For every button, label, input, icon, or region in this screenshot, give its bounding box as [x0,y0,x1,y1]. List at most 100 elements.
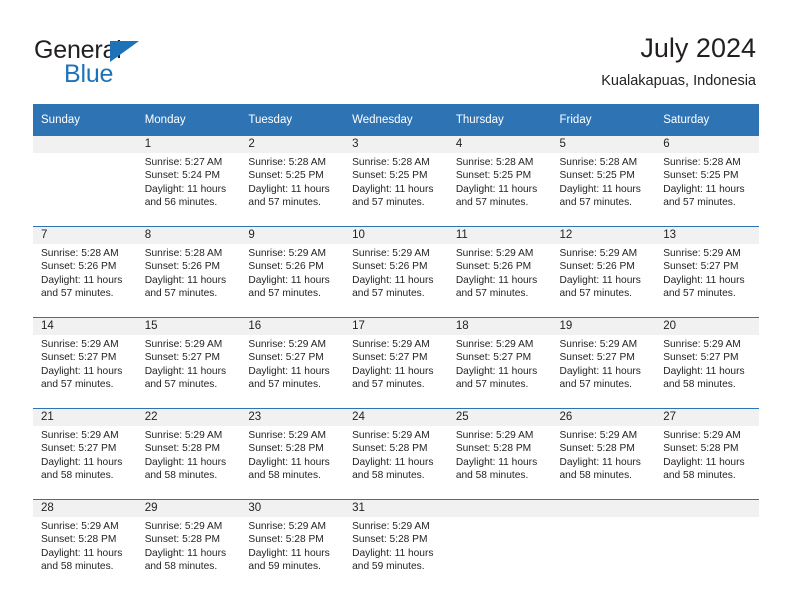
sunrise-text: Sunrise: 5:29 AM [248,430,326,441]
day-cell[interactable]: 16 Sunrise: 5:29 AM Sunset: 5:27 PM Dayl… [240,317,345,409]
daylight-text-line2: and 59 minutes. [248,560,321,572]
sunset-text: Sunset: 5:25 PM [248,170,324,182]
sunset-text: Sunset: 5:27 PM [41,443,117,455]
day-details: Sunrise: 5:29 AM Sunset: 5:26 PM Dayligh… [552,244,656,300]
day-details: Sunrise: 5:29 AM Sunset: 5:28 PM Dayligh… [240,517,344,573]
calendar-page: General Blue July 2024 Kualakapuas, Indo… [0,0,792,612]
sunset-text: Sunset: 5:25 PM [559,170,635,182]
day-number: 6 [655,136,759,153]
day-cell[interactable]: 25 Sunrise: 5:29 AM Sunset: 5:28 PM Dayl… [447,408,552,500]
day-cell[interactable] [447,499,552,590]
daylight-text-line2: and 57 minutes. [455,378,529,390]
daylight-text-line1: Daylight: 11 hours [41,365,123,377]
day-cell[interactable] [33,136,137,227]
sunset-text: Sunset: 5:27 PM [663,261,739,273]
day-cell[interactable]: 27 Sunrise: 5:29 AM Sunset: 5:28 PM Dayl… [655,408,759,500]
day-cell[interactable]: 20 Sunrise: 5:29 AM Sunset: 5:27 PM Dayl… [655,317,759,409]
day-cell[interactable]: 19 Sunrise: 5:29 AM Sunset: 5:27 PM Dayl… [551,317,656,409]
day-details: Sunrise: 5:28 AM Sunset: 5:25 PM Dayligh… [240,153,344,209]
day-cell[interactable]: 21 Sunrise: 5:29 AM Sunset: 5:27 PM Dayl… [33,408,137,500]
daylight-text-line2: and 57 minutes. [455,287,529,299]
day-cell[interactable]: 5 Sunrise: 5:28 AM Sunset: 5:25 PM Dayli… [551,136,656,227]
daylight-text-line2: and 57 minutes. [248,196,321,208]
day-cell[interactable]: 6 Sunrise: 5:28 AM Sunset: 5:25 PM Dayli… [655,136,759,227]
day-details: Sunrise: 5:29 AM Sunset: 5:28 PM Dayligh… [552,426,656,482]
day-number: 31 [344,500,448,517]
day-number: 21 [33,409,137,426]
sunset-text: Sunset: 5:27 PM [144,352,221,364]
sunrise-text: Sunrise: 5:29 AM [248,521,326,532]
day-cell[interactable]: 26 Sunrise: 5:29 AM Sunset: 5:28 PM Dayl… [551,408,656,500]
daylight-text-line1: Daylight: 11 hours [248,365,330,377]
day-cell[interactable]: 1 Sunrise: 5:27 AM Sunset: 5:24 PM Dayli… [136,136,241,227]
day-details: Sunrise: 5:28 AM Sunset: 5:25 PM Dayligh… [655,153,759,209]
day-details: Sunrise: 5:29 AM Sunset: 5:27 PM Dayligh… [33,335,137,391]
calendar-table: Sunday Monday Tuesday Wednesday Thursday… [33,104,759,590]
triangle-icon [110,41,139,62]
day-cell[interactable]: 15 Sunrise: 5:29 AM Sunset: 5:27 PM Dayl… [136,317,241,409]
day-details: Sunrise: 5:27 AM Sunset: 5:24 PM Dayligh… [137,153,241,209]
day-details: Sunrise: 5:29 AM Sunset: 5:28 PM Dayligh… [448,426,552,482]
daylight-text-line2: and 57 minutes. [455,196,529,208]
daylight-text-line2: and 58 minutes. [41,469,114,481]
day-cell[interactable]: 13 Sunrise: 5:29 AM Sunset: 5:27 PM Dayl… [655,226,759,318]
sunset-text: Sunset: 5:28 PM [144,443,221,455]
daylight-text-line1: Daylight: 11 hours [455,365,538,377]
sunset-text: Sunset: 5:28 PM [663,443,739,455]
day-cell[interactable]: 8 Sunrise: 5:28 AM Sunset: 5:26 PM Dayli… [136,226,241,318]
day-cell[interactable]: 28 Sunrise: 5:29 AM Sunset: 5:28 PM Dayl… [33,499,137,590]
day-details: Sunrise: 5:29 AM Sunset: 5:26 PM Dayligh… [448,244,552,300]
daylight-text-line1: Daylight: 11 hours [248,274,330,286]
day-number: 15 [136,318,241,335]
calendar-header-row: Sunday Monday Tuesday Wednesday Thursday… [33,104,759,136]
day-cell[interactable]: 2 Sunrise: 5:28 AM Sunset: 5:25 PM Dayli… [240,136,345,227]
day-cell[interactable]: 22 Sunrise: 5:29 AM Sunset: 5:28 PM Dayl… [136,408,241,500]
daylight-text-line1: Daylight: 11 hours [455,456,538,468]
weekday-header-saturday: Saturday [655,104,759,136]
day-number: 10 [344,227,448,244]
sunrise-text: Sunrise: 5:28 AM [352,157,430,168]
day-cell[interactable]: 30 Sunrise: 5:29 AM Sunset: 5:28 PM Dayl… [240,499,345,590]
day-number: 2 [240,136,345,153]
general-blue-logo[interactable]: General Blue [34,36,254,88]
day-cell[interactable] [551,499,656,590]
day-details: Sunrise: 5:29 AM Sunset: 5:27 PM Dayligh… [240,335,344,391]
day-cell[interactable]: 7 Sunrise: 5:28 AM Sunset: 5:26 PM Dayli… [33,226,137,318]
day-cell[interactable]: 4 Sunrise: 5:28 AM Sunset: 5:25 PM Dayli… [447,136,552,227]
day-cell[interactable]: 18 Sunrise: 5:29 AM Sunset: 5:27 PM Dayl… [447,317,552,409]
daylight-text-line2: and 57 minutes. [352,196,425,208]
sunrise-text: Sunrise: 5:28 AM [559,157,638,168]
day-cell[interactable]: 31 Sunrise: 5:29 AM Sunset: 5:28 PM Dayl… [344,499,448,590]
day-cell[interactable]: 3 Sunrise: 5:28 AM Sunset: 5:25 PM Dayli… [344,136,448,227]
daylight-text-line1: Daylight: 11 hours [559,183,641,195]
sunrise-text: Sunrise: 5:28 AM [248,157,326,168]
day-cell[interactable]: 10 Sunrise: 5:29 AM Sunset: 5:26 PM Dayl… [344,226,448,318]
sunset-text: Sunset: 5:28 PM [144,534,221,546]
sunset-text: Sunset: 5:24 PM [144,170,221,182]
day-details: Sunrise: 5:29 AM Sunset: 5:27 PM Dayligh… [33,426,137,482]
daylight-text-line1: Daylight: 11 hours [455,274,538,286]
day-cell[interactable]: 9 Sunrise: 5:29 AM Sunset: 5:26 PM Dayli… [240,226,345,318]
week-row: 21 Sunrise: 5:29 AM Sunset: 5:27 PM Dayl… [33,408,759,500]
daylight-text-line2: and 58 minutes. [455,469,529,481]
day-number: 19 [551,318,656,335]
day-cell[interactable]: 17 Sunrise: 5:29 AM Sunset: 5:27 PM Dayl… [344,317,448,409]
day-cell[interactable]: 12 Sunrise: 5:29 AM Sunset: 5:26 PM Dayl… [551,226,656,318]
day-cell[interactable]: 23 Sunrise: 5:29 AM Sunset: 5:28 PM Dayl… [240,408,345,500]
day-number: 29 [136,500,241,517]
daylight-text-line1: Daylight: 11 hours [248,547,330,559]
day-cell[interactable]: 29 Sunrise: 5:29 AM Sunset: 5:28 PM Dayl… [136,499,241,590]
day-cell[interactable]: 24 Sunrise: 5:29 AM Sunset: 5:28 PM Dayl… [344,408,448,500]
sunrise-text: Sunrise: 5:29 AM [455,339,534,350]
daylight-text-line2: and 57 minutes. [663,196,736,208]
sunset-text: Sunset: 5:27 PM [455,352,532,364]
daylight-text-line1: Daylight: 11 hours [144,365,227,377]
logo-text-blue: Blue [64,60,114,88]
day-cell[interactable] [655,499,759,590]
daylight-text-line1: Daylight: 11 hours [41,547,123,559]
day-details: Sunrise: 5:29 AM Sunset: 5:28 PM Dayligh… [137,426,241,482]
day-cell[interactable]: 11 Sunrise: 5:29 AM Sunset: 5:26 PM Dayl… [447,226,552,318]
day-cell[interactable]: 14 Sunrise: 5:29 AM Sunset: 5:27 PM Dayl… [33,317,137,409]
daylight-text-line1: Daylight: 11 hours [559,274,641,286]
day-details: Sunrise: 5:28 AM Sunset: 5:25 PM Dayligh… [552,153,656,209]
